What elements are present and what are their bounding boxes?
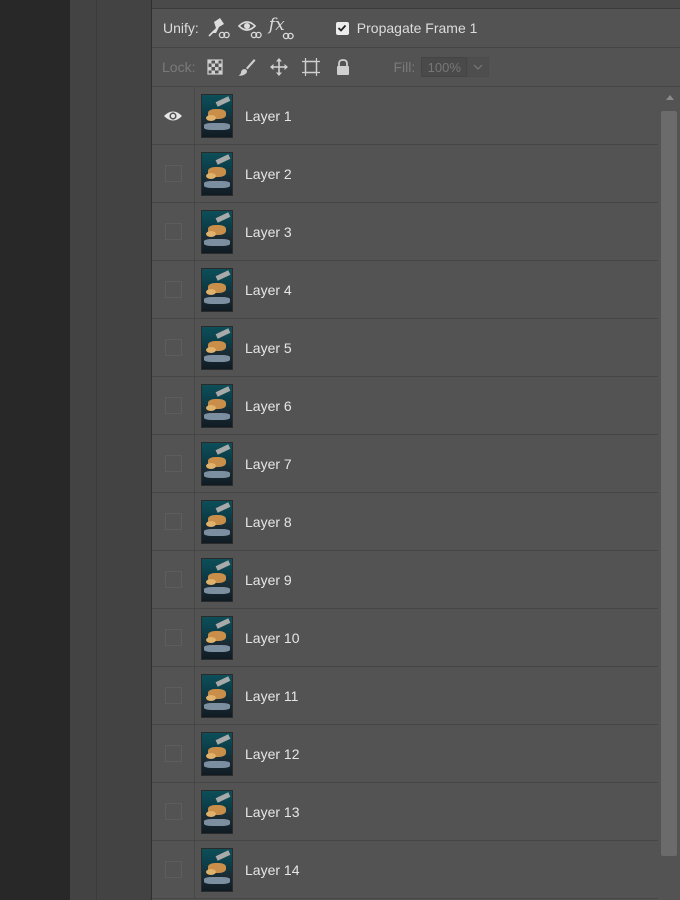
layer-row[interactable]: Layer 12 (152, 725, 658, 783)
visibility-empty-box (164, 397, 182, 414)
visibility-empty-box (164, 223, 182, 240)
side-panel-strip (70, 0, 152, 900)
layer-name[interactable]: Layer 2 (245, 166, 292, 182)
layer-thumbnail[interactable] (201, 209, 233, 254)
layer-name[interactable]: Layer 12 (245, 746, 299, 762)
visibility-empty-box (164, 513, 182, 530)
layer-name[interactable]: Layer 11 (245, 688, 298, 704)
layer-visibility-toggle[interactable] (152, 261, 195, 318)
layer-visibility-toggle[interactable] (152, 783, 195, 840)
layers-scrollbar[interactable] (658, 87, 680, 900)
layer-thumbnail[interactable] (201, 325, 233, 370)
visibility-empty-box (164, 861, 182, 878)
scroll-up-arrow-icon[interactable] (666, 95, 674, 100)
layer-row[interactable]: Layer 14 (152, 841, 658, 899)
check-icon (338, 24, 347, 32)
lock-transparent-pixels-icon[interactable] (203, 55, 227, 79)
panel-top-bar (152, 0, 680, 9)
chevron-down-icon (473, 64, 483, 70)
visibility-empty-box (164, 281, 182, 298)
lock-all-icon[interactable] (331, 55, 355, 79)
layer-visibility-toggle[interactable] (152, 551, 195, 608)
propagate-frame-label: Propagate Frame 1 (356, 20, 478, 36)
layer-row[interactable]: Layer 3 (152, 203, 658, 261)
layer-visibility-toggle[interactable] (152, 493, 195, 550)
layer-visibility-toggle[interactable] (152, 841, 195, 898)
lock-artboard-icon[interactable] (299, 55, 323, 79)
unify-toolbar: Unify: fx Propagate Frame 1 (152, 9, 680, 48)
layer-thumbnail[interactable] (201, 267, 233, 312)
layer-thumbnail[interactable] (201, 789, 233, 834)
layer-row[interactable]: Layer 1 (152, 87, 658, 145)
layer-row[interactable]: Layer 13 (152, 783, 658, 841)
layer-name[interactable]: Layer 1 (245, 108, 292, 124)
layer-name[interactable]: Layer 5 (245, 340, 292, 356)
layer-row[interactable]: Layer 7 (152, 435, 658, 493)
layer-name[interactable]: Layer 4 (245, 282, 292, 298)
eye-icon (164, 111, 182, 120)
layer-name[interactable]: Layer 7 (245, 456, 292, 472)
layer-thumbnail[interactable] (201, 441, 233, 486)
layer-row[interactable]: Layer 5 (152, 319, 658, 377)
visibility-empty-box (164, 165, 182, 182)
lock-label: Lock: (162, 59, 196, 75)
visibility-empty-box (164, 687, 182, 704)
layer-thumbnail[interactable] (201, 847, 233, 892)
scrollbar-thumb[interactable] (661, 111, 677, 856)
layer-name[interactable]: Layer 13 (245, 804, 299, 820)
fill-dropdown[interactable] (467, 57, 490, 77)
canvas-area (0, 0, 70, 900)
photoshop-window: Unify: fx Propagate Frame 1 Lock: Fill: … (0, 0, 680, 900)
layer-row[interactable]: Layer 8 (152, 493, 658, 551)
visibility-empty-box (164, 571, 182, 588)
layer-name[interactable]: Layer 9 (245, 572, 292, 588)
unify-position-icon[interactable] (203, 13, 233, 43)
layer-row[interactable]: Layer 2 (152, 145, 658, 203)
layers-panel: Unify: fx Propagate Frame 1 Lock: Fill: … (152, 0, 680, 900)
panel-divider (96, 0, 97, 900)
layer-visibility-toggle[interactable] (152, 377, 195, 434)
layer-thumbnail[interactable] (201, 557, 233, 602)
layer-name[interactable]: Layer 3 (245, 224, 292, 240)
unify-label: Unify: (163, 20, 199, 36)
layer-visibility-toggle[interactable] (152, 725, 195, 782)
unify-visibility-icon[interactable] (235, 13, 265, 43)
layer-visibility-toggle[interactable] (152, 203, 195, 260)
layer-visibility-toggle[interactable] (152, 145, 195, 202)
propagate-frame-checkbox[interactable] (335, 21, 349, 35)
layer-thumbnail[interactable] (201, 731, 233, 776)
layer-row[interactable]: Layer 11 (152, 667, 658, 725)
visibility-empty-box (164, 455, 182, 472)
layer-thumbnail[interactable] (201, 615, 233, 660)
layer-name[interactable]: Layer 10 (245, 630, 299, 646)
layer-thumbnail[interactable] (201, 383, 233, 428)
lock-position-icon[interactable] (267, 55, 291, 79)
layer-thumbnail[interactable] (201, 673, 233, 718)
layer-name[interactable]: Layer 8 (245, 514, 292, 530)
layer-visibility-toggle[interactable] (152, 87, 195, 144)
layers-list: Layer 1 Layer 2 Layer 3 Layer 4 Layer 5 Layer… (152, 87, 658, 900)
layer-thumbnail[interactable] (201, 499, 233, 544)
lock-image-pixels-icon[interactable] (235, 55, 259, 79)
unify-style-icon[interactable]: fx (267, 13, 297, 43)
layer-row[interactable]: Layer 10 (152, 609, 658, 667)
visibility-empty-box (164, 629, 182, 646)
fill-label: Fill: (393, 59, 416, 75)
layer-row[interactable]: Layer 4 (152, 261, 658, 319)
layer-visibility-toggle[interactable] (152, 609, 195, 666)
layer-visibility-toggle[interactable] (152, 667, 195, 724)
layer-thumbnail[interactable] (201, 93, 233, 138)
layer-name[interactable]: Layer 6 (245, 398, 292, 414)
layer-visibility-toggle[interactable] (152, 319, 195, 376)
lock-toolbar: Lock: Fill: 100% (152, 48, 680, 87)
layer-row[interactable]: Layer 6 (152, 377, 658, 435)
layer-thumbnail[interactable] (201, 151, 233, 196)
visibility-empty-box (164, 803, 182, 820)
layer-name[interactable]: Layer 14 (245, 862, 299, 878)
visibility-empty-box (164, 745, 182, 762)
fill-input[interactable]: 100% (421, 57, 468, 77)
layer-visibility-toggle[interactable] (152, 435, 195, 492)
visibility-empty-box (164, 339, 182, 356)
layer-row[interactable]: Layer 9 (152, 551, 658, 609)
